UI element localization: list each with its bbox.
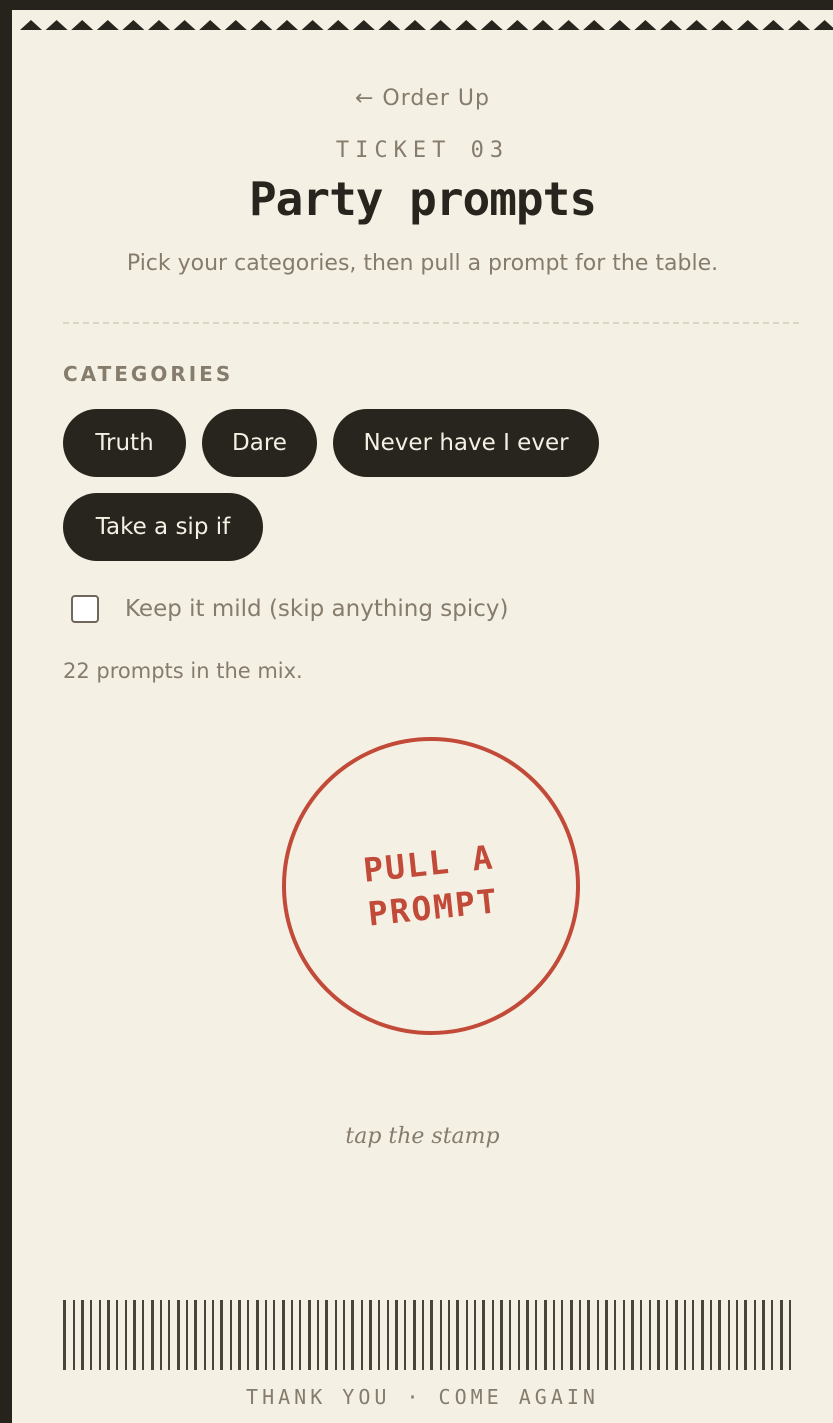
barcode-graphic [63,1300,791,1370]
mild-checkbox-label[interactable]: Keep it mild (skip anything spicy) [125,596,509,622]
mild-checkbox[interactable] [71,595,99,623]
footer-thanks: THANK YOU · COME AGAIN [246,1385,599,1409]
category-chip-take-a-sip-if[interactable]: Take a sip if [63,493,263,561]
back-link[interactable]: ← Order Up [12,86,833,111]
ticket-number: TICKET 03 [335,138,510,163]
prompt-count: 22 prompts in the mix. [63,659,303,683]
dashed-divider [63,322,799,324]
pull-prompt-stamp-button[interactable]: PULL A PROMPT [282,737,580,1035]
stamp-label: PULL A PROMPT [361,837,501,934]
categories-heading: CATEGORIES [63,362,234,386]
category-chip-truth[interactable]: Truth [63,409,186,477]
page-title: Party prompts [248,172,597,226]
category-chip-never-have-i-ever[interactable]: Never have I ever [333,409,599,477]
stamp-hint: tap the stamp [345,1124,500,1149]
page-subtitle: Pick your categories, then pull a prompt… [126,251,719,276]
ticket-zigzag-edge [12,0,833,30]
ticket-card: ← Order Up TICKET 03 Party prompts Pick … [12,0,833,1423]
category-chip-dare[interactable]: Dare [202,409,317,477]
